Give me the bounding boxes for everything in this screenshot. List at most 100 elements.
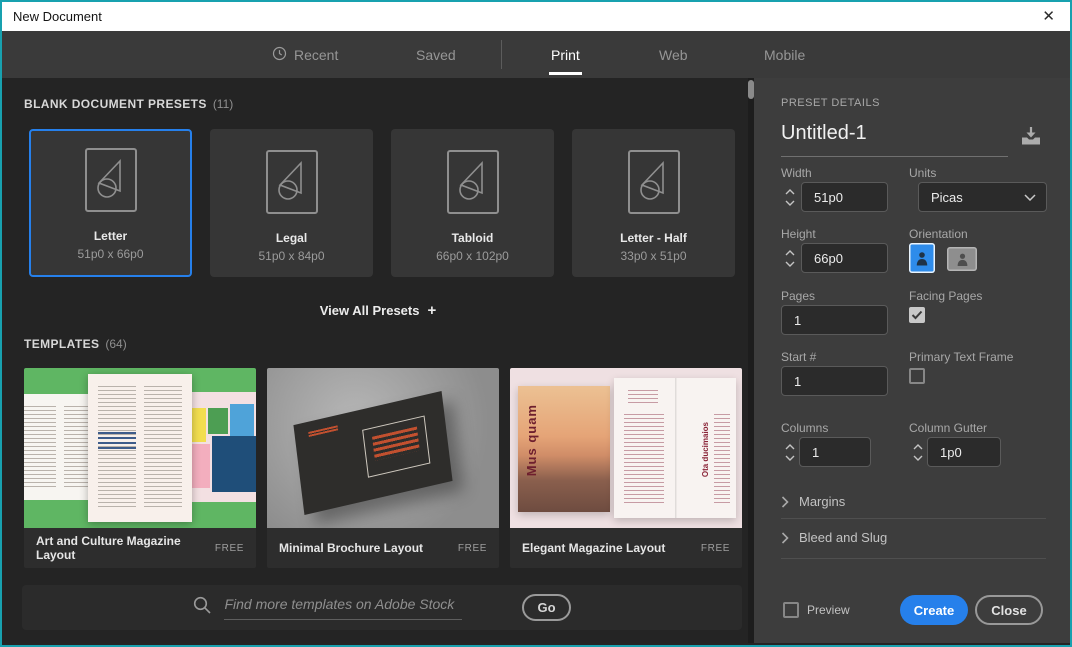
- tab-web[interactable]: Web: [659, 31, 688, 78]
- templates-title: TEMPLATES: [24, 337, 99, 351]
- columns-stepper[interactable]: [781, 437, 799, 467]
- template-label-bar: Art and Culture Magazine Layout FREE: [24, 528, 256, 568]
- template-card-row: Art and Culture Magazine Layout FREE: [24, 368, 742, 568]
- height-label: Height: [781, 227, 816, 241]
- template-card-minimal-brochure[interactable]: Minimal Brochure Layout FREE: [267, 368, 499, 568]
- bleed-slug-label: Bleed and Slug: [799, 530, 887, 545]
- tab-web-label: Web: [659, 47, 688, 63]
- preset-dimensions: 33p0 x 51p0: [620, 249, 686, 263]
- preset-card-letter-half[interactable]: Letter - Half 33p0 x 51p0: [572, 129, 735, 277]
- preset-card-letter[interactable]: Letter 51p0 x 66p0: [29, 129, 192, 277]
- width-field: [801, 182, 888, 212]
- templates-header: TEMPLATES (64): [24, 337, 127, 351]
- template-thumbnail: Mus quam Ota ducimaios: [510, 368, 742, 528]
- thumbnail-cover-title: Mus quam: [524, 404, 539, 476]
- column-gutter-label: Column Gutter: [909, 421, 987, 435]
- preset-name: Letter - Half: [620, 231, 687, 245]
- preset-dimensions: 51p0 x 66p0: [77, 247, 143, 261]
- thumbnail-art: [208, 408, 228, 434]
- main-panel: BLANK DOCUMENT PRESETS (11) Letter 51p0 x…: [2, 78, 754, 643]
- template-thumbnail: [267, 368, 499, 528]
- column-gutter-input[interactable]: [928, 438, 1000, 466]
- thumbnail-art: [88, 374, 192, 522]
- document-shape-icon: [627, 149, 681, 220]
- start-number-input[interactable]: [782, 367, 887, 395]
- start-number-label: Start #: [781, 350, 816, 364]
- pages-input[interactable]: [782, 306, 887, 334]
- thumbnail-art: Mus quam: [518, 386, 610, 512]
- view-all-presets-label: View All Presets: [320, 303, 420, 318]
- thumbnail-art: [624, 414, 664, 504]
- columns-input[interactable]: [800, 438, 870, 466]
- chevron-up-icon: [913, 444, 923, 450]
- save-preset-icon[interactable]: [1020, 126, 1042, 151]
- create-button[interactable]: Create: [900, 595, 968, 625]
- pages-field: [781, 305, 888, 335]
- units-value: Picas: [931, 190, 963, 205]
- document-shape-icon: [84, 147, 138, 218]
- preset-name: Legal: [276, 231, 307, 245]
- thumbnail-art: [212, 436, 256, 492]
- bleed-slug-accordion[interactable]: Bleed and Slug: [781, 530, 887, 545]
- preset-details-panel: PRESET DETAILS Width Units Picas Height: [754, 78, 1070, 643]
- view-all-presets-button[interactable]: View All Presets+: [2, 302, 754, 319]
- blank-presets-count: (11): [213, 97, 233, 111]
- template-thumbnail: [24, 368, 256, 528]
- template-card-art-culture[interactable]: Art and Culture Magazine Layout FREE: [24, 368, 256, 568]
- landscape-person-icon: [956, 252, 969, 267]
- search-input[interactable]: [224, 596, 462, 612]
- orientation-landscape-button[interactable]: [947, 247, 977, 271]
- margins-label: Margins: [799, 494, 845, 509]
- height-input[interactable]: [802, 244, 887, 272]
- document-name-input[interactable]: [781, 122, 1008, 157]
- thumbnail-art: Ota ducimaios: [614, 378, 736, 518]
- width-stepper[interactable]: [781, 182, 799, 212]
- adobe-stock-search-bar: Go: [22, 585, 742, 630]
- close-icon[interactable]: ✕: [1038, 9, 1059, 24]
- thumbnail-art: [628, 390, 658, 406]
- margins-accordion[interactable]: Margins: [781, 494, 845, 509]
- thumbnail-art: [293, 391, 452, 515]
- orientation-portrait-button[interactable]: [909, 243, 935, 273]
- tab-mobile-label: Mobile: [764, 47, 805, 63]
- blank-presets-header: BLANK DOCUMENT PRESETS (11): [24, 97, 233, 111]
- thumbnail-art: [362, 415, 430, 477]
- primary-text-frame-checkbox[interactable]: [909, 368, 925, 384]
- width-label: Width: [781, 166, 812, 180]
- chevron-down-icon: [785, 455, 795, 461]
- height-stepper[interactable]: [781, 243, 799, 273]
- title-bar: New Document ✕: [2, 2, 1070, 31]
- tab-saved[interactable]: Saved: [416, 31, 456, 78]
- units-select[interactable]: Picas: [918, 182, 1047, 212]
- orientation-label: Orientation: [909, 227, 968, 241]
- column-gutter-stepper[interactable]: [909, 437, 927, 467]
- search-icon: [193, 596, 212, 620]
- template-label-bar: Elegant Magazine Layout FREE: [510, 528, 742, 568]
- preset-name: Tabloid: [452, 231, 494, 245]
- template-card-elegant-magazine[interactable]: Mus quam Ota ducimaios Elegant Magazine …: [510, 368, 742, 568]
- preview-checkbox[interactable]: [783, 602, 799, 618]
- free-badge: FREE: [215, 543, 244, 554]
- preset-card-legal[interactable]: Legal 51p0 x 84p0: [210, 129, 373, 277]
- close-button[interactable]: Close: [975, 595, 1043, 625]
- width-input[interactable]: [802, 183, 887, 211]
- tab-recent[interactable]: Recent: [272, 31, 338, 78]
- portrait-person-icon: [915, 250, 929, 267]
- preset-dimensions: 51p0 x 84p0: [258, 249, 324, 263]
- tab-print[interactable]: Print: [551, 31, 580, 78]
- new-document-dialog: New Document ✕ Recent Saved Print Web Mo…: [0, 0, 1072, 647]
- template-name: Art and Culture Magazine Layout: [36, 534, 215, 562]
- blank-presets-title: BLANK DOCUMENT PRESETS: [24, 97, 207, 111]
- thumbnail-art: [714, 414, 730, 504]
- go-button[interactable]: Go: [522, 594, 570, 621]
- chevron-down-icon: [785, 200, 795, 206]
- template-name: Elegant Magazine Layout: [522, 541, 665, 555]
- facing-pages-checkbox[interactable]: [909, 307, 925, 323]
- facing-pages-label: Facing Pages: [909, 289, 982, 303]
- chevron-right-icon: [781, 496, 789, 508]
- check-icon: [911, 310, 923, 320]
- templates-count: (64): [105, 337, 126, 351]
- preset-card-tabloid[interactable]: Tabloid 66p0 x 102p0: [391, 129, 554, 277]
- tab-mobile[interactable]: Mobile: [764, 31, 805, 78]
- thumbnail-art: [308, 425, 338, 437]
